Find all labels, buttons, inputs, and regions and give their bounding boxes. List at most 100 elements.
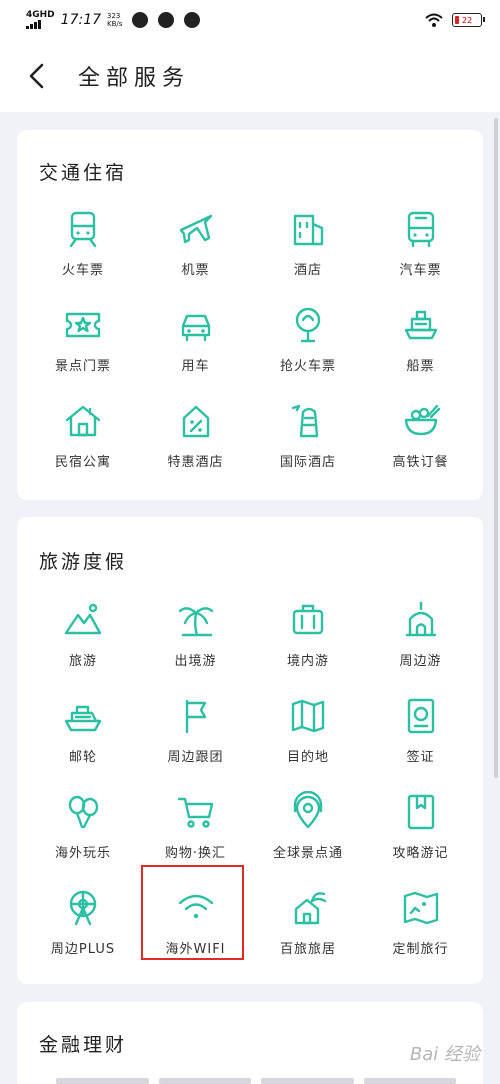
service-label: 抢火车票 xyxy=(279,359,336,374)
service-label: 用车 xyxy=(181,359,210,374)
service-label: 机票 xyxy=(181,263,210,278)
service-item[interactable]: 机票 xyxy=(138,208,254,278)
battery-level: 22 xyxy=(462,15,473,25)
service-label: 周边跟团 xyxy=(167,750,224,765)
service-label: 火车票 xyxy=(61,263,104,278)
discount-hotel-icon xyxy=(182,405,209,438)
status-left: 4GHD 17:17 323 KB/s xyxy=(26,11,201,29)
service-item[interactable]: 购物·换汇 xyxy=(138,791,254,861)
status-bar: 4GHD 17:17 323 KB/s 22 xyxy=(0,0,500,40)
service-item[interactable]: 景点门票 xyxy=(25,304,141,374)
villa-icon xyxy=(294,892,327,925)
cruise-icon xyxy=(64,705,102,732)
service-label: 邮轮 xyxy=(68,750,97,765)
section-title: 金融理财 xyxy=(39,1034,128,1056)
bus-icon xyxy=(407,211,434,248)
luggage-icon xyxy=(292,604,324,635)
service-label: 境内游 xyxy=(286,654,329,669)
network-speed: 323 KB/s xyxy=(107,12,122,28)
service-item[interactable]: 船票 xyxy=(363,304,479,374)
service-item[interactable]: 国际酒店 xyxy=(250,400,366,470)
headset-location-icon xyxy=(293,791,323,829)
fire-app-icon xyxy=(184,12,201,28)
back-button[interactable] xyxy=(24,62,52,90)
service-item[interactable]: 抢火车票 xyxy=(250,304,366,374)
service-label: 海外玩乐 xyxy=(54,846,111,861)
section-title: 旅游度假 xyxy=(39,551,128,573)
service-item[interactable]: 邮轮 xyxy=(25,695,141,765)
guidebook-icon xyxy=(407,794,434,830)
intl-hotel-icon xyxy=(291,404,319,438)
service-item[interactable]: 特惠酒店 xyxy=(138,400,254,470)
service-label: 海外WIFI xyxy=(165,942,226,957)
service-label: 高铁订餐 xyxy=(392,455,449,470)
train-icon xyxy=(69,211,97,248)
status-time: 17:17 xyxy=(60,12,102,28)
service-item[interactable]: 火车票 xyxy=(25,208,141,278)
service-item[interactable]: 高铁订餐 xyxy=(363,400,479,470)
service-label: 汽车票 xyxy=(399,263,442,278)
service-item[interactable]: 海外玩乐 xyxy=(25,791,141,861)
service-item[interactable]: 旅游 xyxy=(25,599,141,669)
wifi-icon xyxy=(178,894,213,919)
scrollbar[interactable] xyxy=(494,118,498,778)
service-label: 全球景点通 xyxy=(272,846,343,861)
palm-icon xyxy=(178,607,213,637)
section-transport-stay: 交通住宿 火车票 机票 酒店 汽车票 景点门票 用车 抢火车票 船票 民宿公寓 特惠酒店 国际酒店 高… xyxy=(17,130,483,500)
service-item[interactable]: 民宿公寓 xyxy=(25,400,141,470)
meal-icon xyxy=(404,404,440,436)
service-item[interactable]: 酒店 xyxy=(250,208,366,278)
service-item[interactable]: 百旅旅居 xyxy=(250,887,366,957)
service-label: 船票 xyxy=(406,359,435,374)
service-item[interactable]: 周边跟团 xyxy=(138,695,254,765)
service-item[interactable]: 全球景点通 xyxy=(250,791,366,861)
service-item[interactable]: 目的地 xyxy=(250,695,366,765)
chevron-left-icon xyxy=(29,63,44,89)
battery-icon: 22 xyxy=(452,13,485,27)
service-item[interactable]: 出境游 xyxy=(138,599,254,669)
service-label: 国际酒店 xyxy=(279,455,336,470)
service-label: 特惠酒店 xyxy=(167,455,224,470)
signal-indicator: 4GHD xyxy=(26,11,55,29)
q-app-icon xyxy=(158,12,175,28)
house-icon xyxy=(65,405,101,437)
qq-penguin-icon xyxy=(132,12,149,28)
temple-icon xyxy=(405,601,436,637)
balloon-icon xyxy=(68,795,99,829)
service-label: 百旅旅居 xyxy=(279,942,336,957)
service-item[interactable]: 定制旅行 xyxy=(363,887,479,957)
watermark: Bai 经验 xyxy=(409,1044,480,1065)
car-icon xyxy=(181,314,210,342)
hotel-icon xyxy=(293,214,324,246)
network-type: 4GHD xyxy=(26,10,55,20)
service-label: 民宿公寓 xyxy=(54,455,111,470)
service-item[interactable]: 海外WIFI xyxy=(138,887,254,957)
grab-ticket-icon xyxy=(295,307,321,343)
page-header: 全部服务 xyxy=(0,40,500,112)
service-item[interactable]: 用车 xyxy=(138,304,254,374)
ticket-icon xyxy=(65,312,101,338)
mountain-icon xyxy=(64,603,102,635)
service-item[interactable]: 签证 xyxy=(363,695,479,765)
service-label: 签证 xyxy=(406,750,435,765)
network-speed-value: 323 xyxy=(107,12,121,20)
service-item[interactable]: 境内游 xyxy=(250,599,366,669)
ship-icon xyxy=(404,310,437,340)
service-item[interactable]: 周边游 xyxy=(363,599,479,669)
service-label: 定制旅行 xyxy=(392,942,449,957)
passport-icon xyxy=(407,698,434,734)
section-travel-vacation: 旅游度假 旅游 出境游 境内游 周边游邮轮 周边跟团 目的地 签证海外玩乐 购物·换汇 全球景点… xyxy=(17,517,483,984)
custom-map-icon xyxy=(403,891,438,925)
flag-icon xyxy=(185,699,206,734)
service-item[interactable]: 攻略游记 xyxy=(363,791,479,861)
service-label: 周边PLUS xyxy=(50,942,116,957)
service-label: 景点门票 xyxy=(54,359,111,374)
service-item[interactable]: 汽车票 xyxy=(363,208,479,278)
service-label: 周边游 xyxy=(399,654,442,669)
cart-icon xyxy=(177,797,213,828)
service-item[interactable]: 周边PLUS xyxy=(25,887,141,957)
battery-fill xyxy=(455,16,459,24)
service-label: 出境游 xyxy=(174,654,217,669)
service-label: 攻略游记 xyxy=(392,846,449,861)
signal-bars-icon xyxy=(26,20,55,29)
